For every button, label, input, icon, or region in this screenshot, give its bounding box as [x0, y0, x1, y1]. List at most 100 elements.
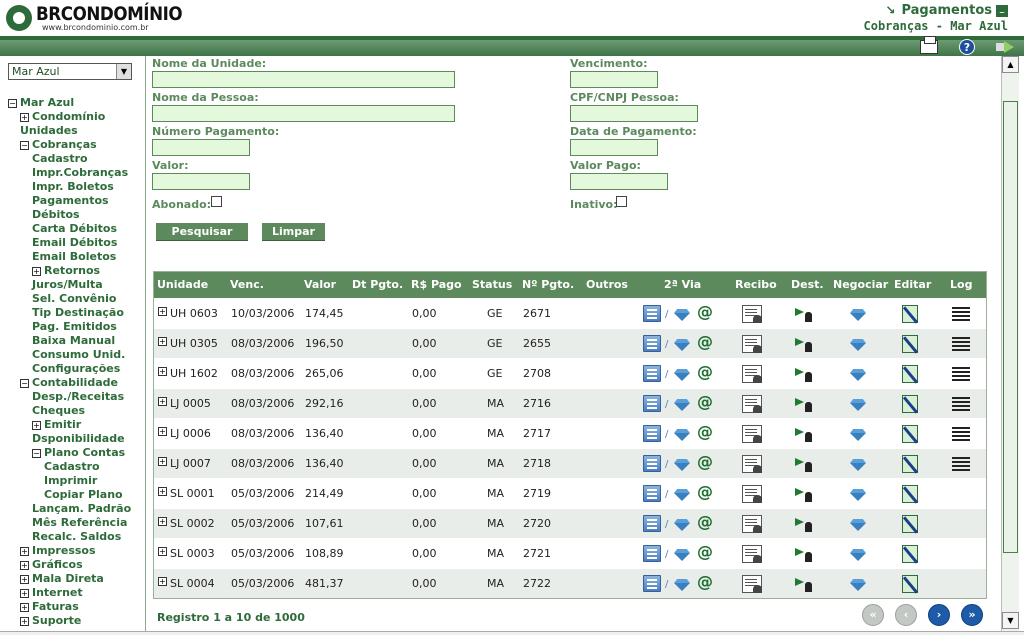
receipt-icon[interactable] [742, 575, 762, 593]
negotiate-icon[interactable] [850, 459, 866, 471]
column-header[interactable]: Outros [586, 272, 628, 298]
numero-pagamento-input[interactable] [152, 139, 250, 156]
log-icon[interactable] [952, 457, 970, 471]
negotiate-icon[interactable] [850, 339, 866, 351]
expand-icon[interactable]: + [32, 267, 41, 276]
negotiate-icon[interactable] [850, 309, 866, 321]
expand-row-icon[interactable]: + [158, 367, 167, 376]
print-button[interactable] [910, 36, 948, 56]
column-header[interactable]: Venc. [230, 272, 264, 298]
expand-row-icon[interactable]: + [158, 337, 167, 346]
email-icon[interactable]: @ [697, 393, 713, 411]
column-header[interactable]: Recibo [735, 272, 777, 298]
sidebar-item-13[interactable]: Juros/Multa [32, 278, 103, 292]
boleto-icon[interactable] [643, 575, 661, 592]
sidebar-item-35[interactable]: + Internet [20, 586, 83, 600]
gem-icon[interactable] [674, 429, 690, 441]
email-icon[interactable]: @ [697, 423, 713, 441]
search-button[interactable]: Pesquisar [156, 223, 248, 241]
minimize-icon[interactable]: _ [996, 4, 1008, 17]
edit-icon[interactable] [902, 305, 918, 323]
data-pagamento-input[interactable] [570, 139, 658, 156]
sidebar-item-16[interactable]: Pag. Emitidos [32, 320, 117, 334]
expand-row-icon[interactable]: + [158, 427, 167, 436]
sidebar-item-18[interactable]: Consumo Unid. [32, 348, 125, 362]
help-button[interactable]: ? [948, 38, 986, 56]
sidebar-item-11[interactable]: Email Boletos [32, 250, 116, 264]
sidebar-item-15[interactable]: Tip Destinação [32, 306, 124, 320]
expand-row-icon[interactable]: + [158, 397, 167, 406]
gem-icon[interactable] [674, 489, 690, 501]
sidebar-item-2[interactable]: Unidades [20, 124, 78, 138]
sidebar-item-1[interactable]: + Condomínio [20, 110, 105, 124]
clear-button[interactable]: Limpar [262, 223, 325, 241]
last-page-icon[interactable]: » [961, 604, 983, 626]
boleto-icon[interactable] [643, 365, 661, 382]
email-icon[interactable]: @ [697, 453, 713, 471]
boleto-icon[interactable] [643, 545, 661, 562]
email-icon[interactable]: @ [697, 483, 713, 501]
email-icon[interactable]: @ [697, 363, 713, 381]
destination-icon[interactable] [795, 306, 815, 322]
sidebar-item-23[interactable]: + Emitir [32, 418, 81, 432]
expand-row-icon[interactable]: + [158, 307, 167, 316]
sidebar-item-24[interactable]: Dsponibilidade [32, 432, 125, 446]
sidebar-item-4[interactable]: Cadastro [32, 152, 88, 166]
nome-pessoa-input[interactable] [152, 105, 455, 122]
receipt-icon[interactable] [742, 515, 762, 533]
boleto-icon[interactable] [643, 485, 661, 502]
negotiate-icon[interactable] [850, 399, 866, 411]
negotiate-icon[interactable] [850, 579, 866, 591]
boleto-icon[interactable] [643, 335, 661, 352]
log-icon[interactable] [952, 367, 970, 381]
edit-icon[interactable] [902, 425, 918, 443]
receipt-icon[interactable] [742, 395, 762, 413]
destination-icon[interactable] [795, 546, 815, 562]
negotiate-icon[interactable] [850, 429, 866, 441]
destination-icon[interactable] [795, 516, 815, 532]
column-header[interactable]: Dest. [791, 272, 824, 298]
expand-row-icon[interactable]: + [158, 487, 167, 496]
negotiate-icon[interactable] [850, 519, 866, 531]
sidebar-item-7[interactable]: Pagamentos [32, 194, 109, 208]
expand-icon[interactable]: + [20, 617, 29, 626]
chevron-down-icon[interactable]: ▼ [116, 64, 131, 79]
vertical-scrollbar[interactable]: ▲ ▼ [1001, 56, 1019, 631]
sidebar-item-28[interactable]: Copiar Plano [44, 488, 123, 502]
edit-icon[interactable] [902, 335, 918, 353]
sidebar-item-20[interactable]: − Contabilidade [20, 376, 118, 390]
valor-input[interactable] [152, 173, 250, 190]
gem-icon[interactable] [674, 309, 690, 321]
sidebar-item-8[interactable]: Débitos [32, 208, 80, 222]
destination-icon[interactable] [795, 576, 815, 592]
sidebar-item-36[interactable]: + Faturas [20, 600, 79, 614]
column-header[interactable]: Valor [304, 272, 336, 298]
log-icon[interactable] [952, 307, 970, 321]
gem-icon[interactable] [674, 459, 690, 471]
sidebar-item-21[interactable]: Desp./Receitas [32, 390, 124, 404]
receipt-icon[interactable] [742, 365, 762, 383]
column-header[interactable]: Status [472, 272, 512, 298]
edit-icon[interactable] [902, 485, 918, 503]
negotiate-icon[interactable] [850, 489, 866, 501]
abonado-checkbox[interactable] [211, 196, 222, 207]
expand-row-icon[interactable]: + [158, 517, 167, 526]
sidebar-item-25[interactable]: − Plano Contas [32, 446, 125, 460]
sidebar-item-33[interactable]: + Gráficos [20, 558, 83, 572]
edit-icon[interactable] [902, 575, 918, 593]
column-header[interactable]: Editar [894, 272, 931, 298]
sidebar-item-10[interactable]: Email Débitos [32, 236, 117, 250]
column-header[interactable]: Nº Pgto. [522, 272, 574, 298]
scroll-up-icon[interactable]: ▲ [1002, 56, 1019, 73]
log-icon[interactable] [952, 397, 970, 411]
sidebar-item-19[interactable]: Configurações [32, 362, 120, 376]
expand-row-icon[interactable]: + [158, 577, 167, 586]
brcondominio-logo[interactable]: BRCONDOMÍNIO www.brcondominio.com.br [6, 3, 183, 33]
receipt-icon[interactable] [742, 455, 762, 473]
gem-icon[interactable] [674, 339, 690, 351]
sidebar-item-37[interactable]: + Suporte [20, 614, 81, 628]
sidebar-item-5[interactable]: Impr.Cobranças [32, 166, 128, 180]
gem-icon[interactable] [674, 549, 690, 561]
email-icon[interactable]: @ [697, 513, 713, 531]
boleto-icon[interactable] [643, 425, 661, 442]
